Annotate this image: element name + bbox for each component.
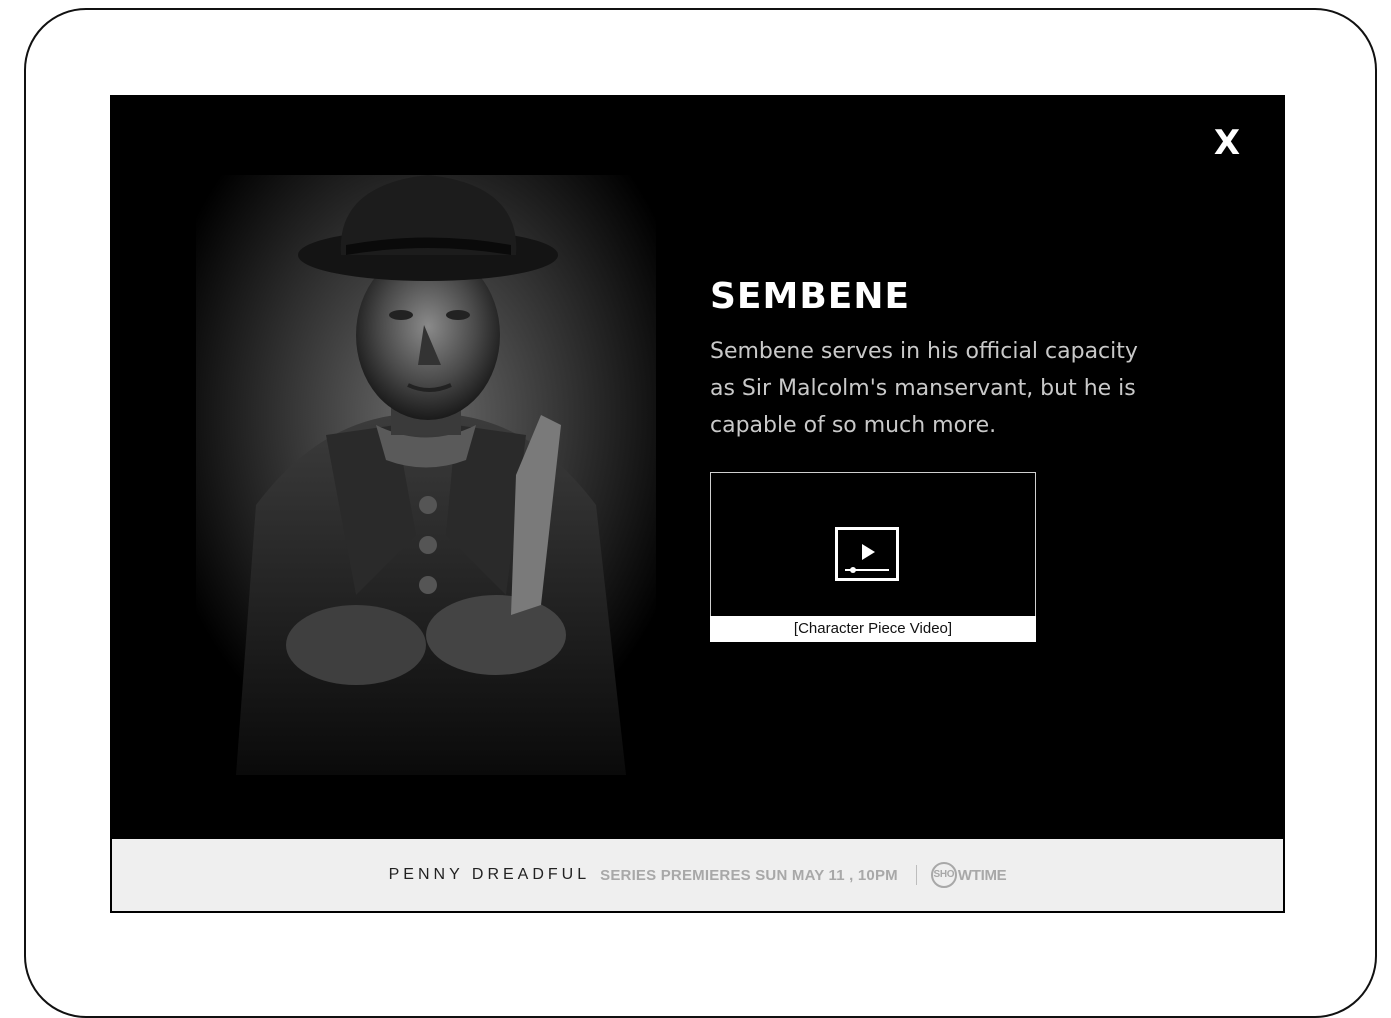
network-logo-text: WTIME [957, 866, 1007, 884]
character-name: SEMBENE [710, 276, 911, 317]
character-modal: X SEMBENE Sembene serves in his official… [110, 95, 1285, 913]
character-portrait [196, 175, 656, 775]
video-play-icon[interactable] [835, 527, 899, 581]
portrait-image [196, 175, 656, 775]
show-title: PENNY DREADFUL [388, 866, 591, 883]
character-info: SEMBENE Sembene serves in his official c… [710, 275, 1160, 444]
character-video-player[interactable]: [Character Piece Video] [710, 472, 1036, 642]
footer-divider [915, 865, 917, 885]
video-caption: [Character Piece Video] [710, 616, 1036, 642]
promo-footer: PENNY DREADFUL SERIES PREMIERES SUN MAY … [112, 839, 1283, 911]
network-logo-mark: SHO [930, 862, 957, 888]
network-logo: SHO WTIME [930, 862, 1007, 888]
close-button[interactable]: X [1207, 123, 1247, 163]
character-description: Sembene serves in his official capacity … [710, 339, 1138, 438]
premiere-text: SERIES PREMIERES SUN MAY 11 , 10PM [600, 866, 898, 884]
